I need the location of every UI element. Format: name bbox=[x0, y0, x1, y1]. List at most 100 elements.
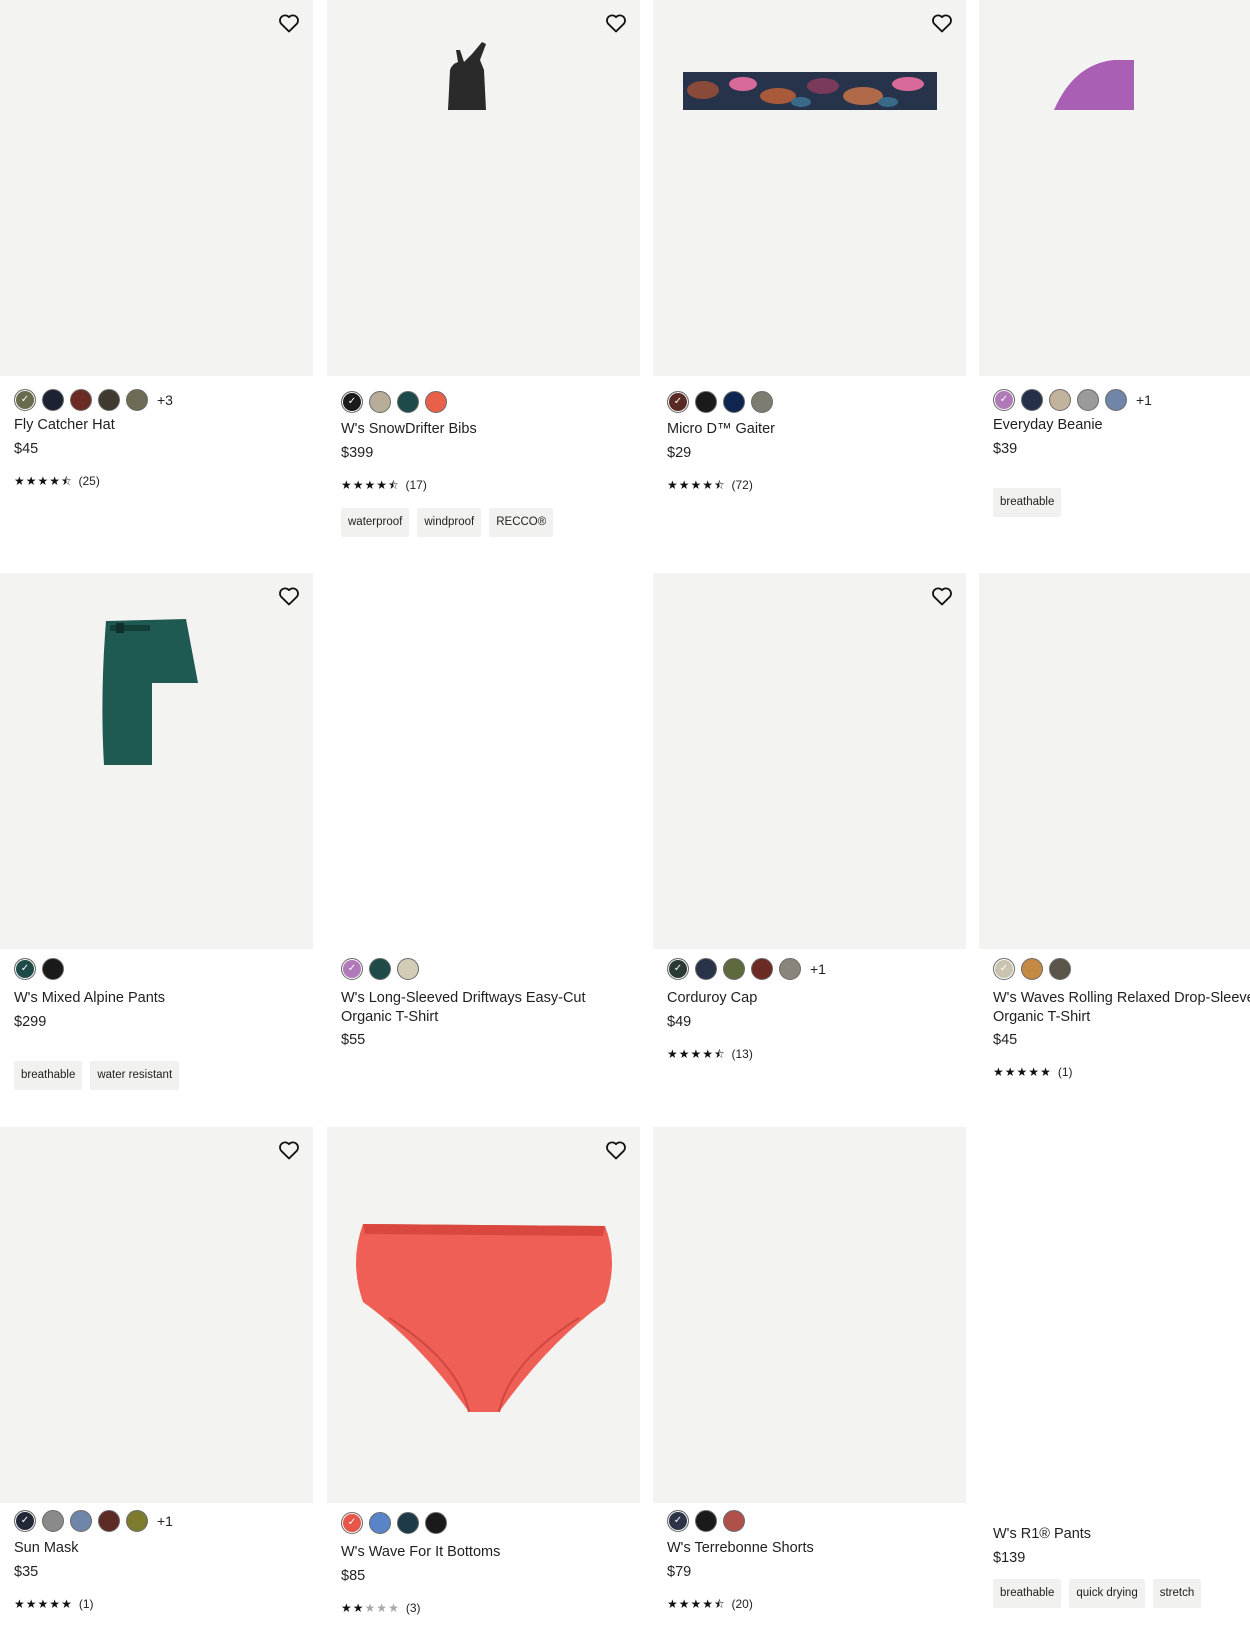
product-image[interactable] bbox=[653, 1127, 966, 1503]
star-rating[interactable]: ★ ★ ★ ★ ★ (3) bbox=[341, 1601, 421, 1615]
product-image[interactable] bbox=[653, 573, 966, 949]
favorite-heart-icon[interactable] bbox=[604, 11, 628, 35]
color-swatch[interactable] bbox=[723, 1510, 745, 1532]
color-swatch[interactable] bbox=[126, 1510, 148, 1532]
color-swatch-selected[interactable]: ✓ bbox=[14, 1510, 36, 1532]
product-name[interactable]: W's Waves Rolling Relaxed Drop-Sleeve Or… bbox=[993, 989, 1250, 1027]
product-name[interactable]: W's Mixed Alpine Pants bbox=[14, 989, 306, 1008]
color-swatch-selected[interactable]: ✓ bbox=[341, 391, 363, 413]
star-rating[interactable]: ★ ★ ★ ★ ⯪ (20) bbox=[667, 1597, 753, 1611]
color-swatch-selected[interactable]: ✓ bbox=[667, 391, 689, 413]
product-image[interactable] bbox=[979, 1127, 1250, 1503]
product-name[interactable]: W's R1® Pants bbox=[993, 1525, 1250, 1544]
favorite-heart-icon[interactable] bbox=[930, 584, 954, 608]
star-rating[interactable]: ★ ★ ★ ★ ⯪ (25) bbox=[14, 474, 100, 488]
product-name[interactable]: W's Long-Sleeved Driftways Easy-Cut Orga… bbox=[341, 989, 633, 1027]
product-name[interactable]: W's Wave For It Bottoms bbox=[341, 1543, 633, 1562]
color-swatch[interactable] bbox=[751, 391, 773, 413]
color-swatch-selected[interactable]: ✓ bbox=[667, 1510, 689, 1532]
favorite-heart-icon[interactable] bbox=[277, 584, 301, 608]
color-swatch-selected[interactable]: ✓ bbox=[667, 958, 689, 980]
feature-tag[interactable]: breathable bbox=[993, 1579, 1062, 1608]
feature-tag[interactable]: breathable bbox=[993, 488, 1062, 517]
product-image[interactable] bbox=[327, 573, 640, 949]
more-colors-count[interactable]: +1 bbox=[1136, 392, 1152, 408]
check-icon: ✓ bbox=[999, 394, 1009, 405]
feature-tag[interactable]: waterproof bbox=[341, 508, 410, 537]
feature-tag[interactable]: breathable bbox=[14, 1061, 83, 1090]
star-rating[interactable]: ★ ★ ★ ★ ★ (1) bbox=[14, 1597, 94, 1611]
color-swatch[interactable] bbox=[695, 391, 717, 413]
product-image[interactable] bbox=[653, 0, 966, 376]
color-swatch[interactable] bbox=[1021, 389, 1043, 411]
product-image[interactable] bbox=[0, 1127, 313, 1503]
color-swatch[interactable] bbox=[98, 389, 120, 411]
product-image[interactable] bbox=[327, 0, 640, 376]
color-swatch-selected[interactable]: ✓ bbox=[993, 389, 1015, 411]
color-swatch[interactable] bbox=[1077, 389, 1099, 411]
product-name[interactable]: W's Terrebonne Shorts bbox=[667, 1539, 959, 1558]
product-name[interactable]: Everyday Beanie bbox=[993, 416, 1250, 435]
feature-tag[interactable]: stretch bbox=[1152, 1579, 1202, 1608]
color-swatch[interactable] bbox=[695, 1510, 717, 1532]
star-rating[interactable]: ★ ★ ★ ★ ⯪ (17) bbox=[341, 478, 427, 492]
product-name[interactable]: Sun Mask bbox=[14, 1539, 306, 1558]
color-swatch[interactable] bbox=[397, 391, 419, 413]
product-image[interactable] bbox=[979, 0, 1250, 376]
color-swatch[interactable] bbox=[42, 389, 64, 411]
favorite-heart-icon[interactable] bbox=[604, 1138, 628, 1162]
color-swatch-selected[interactable]: ✓ bbox=[14, 958, 36, 980]
favorite-heart-icon[interactable] bbox=[277, 11, 301, 35]
color-swatch-selected[interactable]: ✓ bbox=[341, 1512, 363, 1534]
product-image[interactable] bbox=[327, 1127, 640, 1503]
star-full-icon: ★ bbox=[364, 478, 376, 492]
color-swatch[interactable] bbox=[42, 958, 64, 980]
product-image[interactable] bbox=[0, 0, 313, 376]
color-swatch[interactable] bbox=[397, 1512, 419, 1534]
color-swatch[interactable] bbox=[98, 1510, 120, 1532]
product-name[interactable]: W's SnowDrifter Bibs bbox=[341, 420, 633, 439]
color-swatch[interactable] bbox=[751, 958, 773, 980]
product-name[interactable]: Micro D™ Gaiter bbox=[667, 420, 959, 439]
favorite-heart-icon[interactable] bbox=[277, 1138, 301, 1162]
star-rating[interactable]: ★ ★ ★ ★ ★ (1) bbox=[993, 1065, 1073, 1079]
color-swatch[interactable] bbox=[723, 391, 745, 413]
color-swatch[interactable] bbox=[695, 958, 717, 980]
color-swatch[interactable] bbox=[1049, 389, 1071, 411]
color-swatch[interactable] bbox=[397, 958, 419, 980]
color-swatch[interactable] bbox=[425, 391, 447, 413]
more-colors-count[interactable]: +3 bbox=[157, 392, 173, 408]
favorite-heart-icon[interactable] bbox=[930, 11, 954, 35]
color-swatch[interactable] bbox=[369, 1512, 391, 1534]
star-rating[interactable]: ★ ★ ★ ★ ⯪ (72) bbox=[667, 478, 753, 492]
color-swatch-selected[interactable]: ✓ bbox=[341, 958, 363, 980]
color-swatches: ✓ bbox=[993, 958, 1071, 980]
color-swatch[interactable] bbox=[779, 958, 801, 980]
product-name[interactable]: Corduroy Cap bbox=[667, 989, 959, 1008]
more-colors-count[interactable]: +1 bbox=[157, 1513, 173, 1529]
color-swatch[interactable] bbox=[723, 958, 745, 980]
star-rating[interactable]: ★ ★ ★ ★ ⯪ (13) bbox=[667, 1047, 753, 1061]
color-swatch[interactable] bbox=[425, 1512, 447, 1534]
feature-tag[interactable]: RECCO® bbox=[489, 508, 554, 537]
feature-tag[interactable]: windproof bbox=[417, 508, 482, 537]
product-name[interactable]: Fly Catcher Hat bbox=[14, 416, 306, 435]
color-swatch[interactable] bbox=[369, 391, 391, 413]
more-colors-count[interactable]: +1 bbox=[810, 961, 826, 977]
color-swatch[interactable] bbox=[1049, 958, 1071, 980]
color-swatch[interactable] bbox=[369, 958, 391, 980]
feature-tag[interactable]: quick drying bbox=[1069, 1579, 1145, 1608]
feature-tag[interactable]: water resistant bbox=[90, 1061, 180, 1090]
color-swatch[interactable] bbox=[70, 389, 92, 411]
product-image[interactable] bbox=[0, 573, 313, 949]
color-swatch[interactable] bbox=[1105, 389, 1127, 411]
color-swatch[interactable] bbox=[1021, 958, 1043, 980]
color-swatch-selected[interactable]: ✓ bbox=[14, 389, 36, 411]
color-swatch[interactable] bbox=[70, 1510, 92, 1532]
bibs-image bbox=[448, 42, 486, 110]
color-swatch[interactable] bbox=[126, 389, 148, 411]
color-swatch[interactable] bbox=[42, 1510, 64, 1532]
product-price: $79 bbox=[667, 1564, 692, 1580]
product-image[interactable] bbox=[979, 573, 1250, 949]
color-swatch-selected[interactable]: ✓ bbox=[993, 958, 1015, 980]
